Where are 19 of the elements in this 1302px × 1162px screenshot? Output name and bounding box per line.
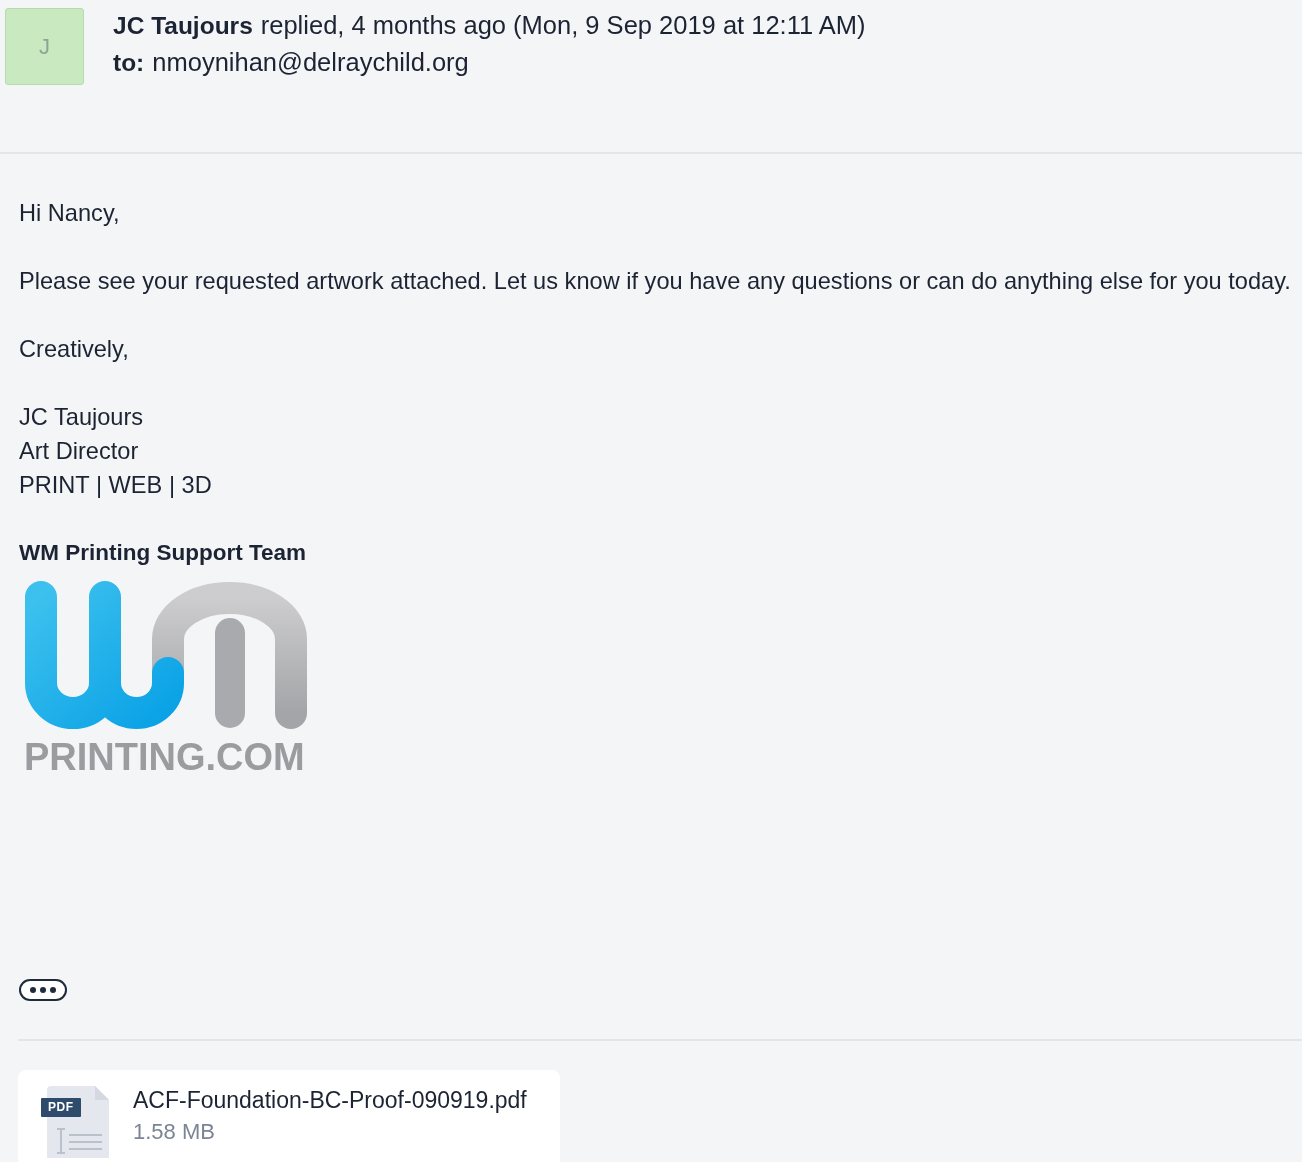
signature-line: PRINT | WEB | 3D <box>19 472 212 498</box>
message-paragraph: Hi Nancy, <box>19 200 120 226</box>
signature-line: Art Director <box>19 438 139 464</box>
file-type-badge: PDF <box>41 1098 81 1117</box>
avatar: J <box>5 8 84 85</box>
team-name: WM Printing Support Team <box>19 540 307 565</box>
recipient-label: to: <box>113 49 145 76</box>
reply-info: replied, 4 months ago (Mon, 9 Sep 2019 at 12:11 AM) <box>260 11 866 39</box>
file-size: 1.58 MB <box>133 1118 216 1146</box>
logo-wordmark: PRINTING.COM <box>24 735 306 779</box>
signature-line: JC Taujours <box>19 404 144 430</box>
recipient-address: nmoynihan@delraychild.org <box>152 48 469 76</box>
file-name: ACF-Foundation-BC-Proof-090919.pdf <box>133 1086 527 1115</box>
message-paragraph: Creatively, <box>19 336 129 362</box>
attachment-card[interactable]: PDF ACF-Foundation-BC-Proof-090919.pdf 1.58 MB <box>18 1070 560 1162</box>
more-button[interactable] <box>19 979 67 1001</box>
more-icon <box>30 987 56 993</box>
message-paragraph: Please see your requested artwork attached. Let us know if you have any questions or can do anything else for you today. <box>19 268 1291 294</box>
sender-name: JC Taujours <box>113 12 253 39</box>
